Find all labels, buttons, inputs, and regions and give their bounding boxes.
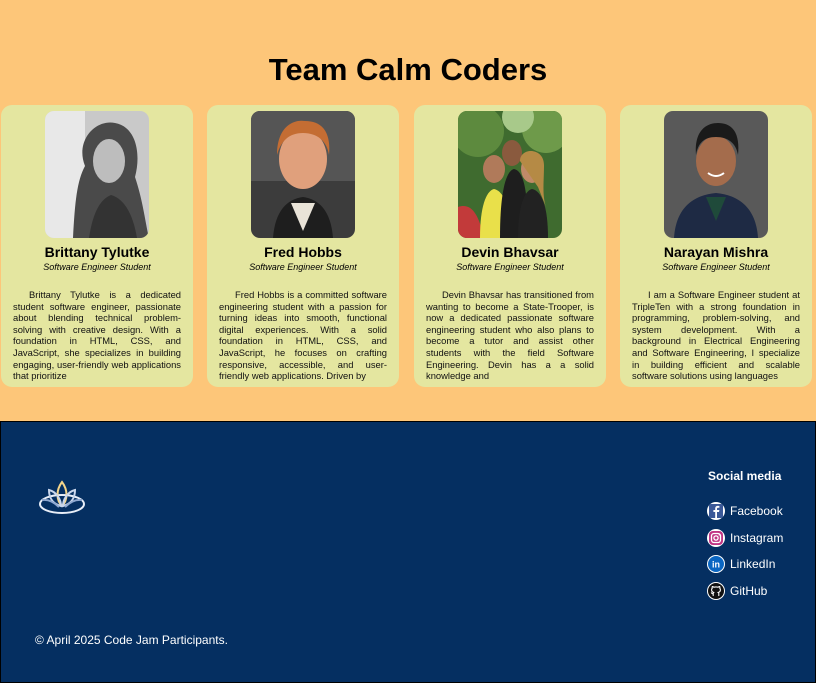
member-card: Narayan Mishra Software Engineer Student… <box>620 105 812 387</box>
member-photo <box>251 111 355 238</box>
social-links: Facebook Instagram in LinkedIn GitHub <box>707 502 783 608</box>
instagram-link[interactable]: Instagram <box>707 528 784 547</box>
team-section: Team Calm Coders Brittany Tylutke Softwa… <box>0 0 816 421</box>
member-photo <box>664 111 768 238</box>
linkedin-link[interactable]: in LinkedIn <box>707 555 783 573</box>
facebook-icon <box>707 502 725 520</box>
lotus-logo-icon[interactable] <box>37 476 87 516</box>
member-role: Software Engineer Student <box>249 262 357 272</box>
member-bio: I am a Software Engineer student at Trip… <box>632 289 800 382</box>
instagram-label: Instagram <box>730 530 784 545</box>
member-name: Fred Hobbs <box>264 244 342 260</box>
member-name: Brittany Tylutke <box>44 244 150 260</box>
member-role: Software Engineer Student <box>456 262 564 272</box>
github-label: GitHub <box>730 583 768 598</box>
member-bio: Fred Hobbs is a committed software engin… <box>219 289 387 382</box>
svg-text:in: in <box>712 559 720 569</box>
copyright-text: © April 2025 Code Jam Participants. <box>35 633 228 647</box>
github-icon <box>707 581 725 600</box>
facebook-link[interactable]: Facebook <box>707 502 783 520</box>
team-cards: Brittany Tylutke Software Engineer Stude… <box>0 105 816 387</box>
github-link[interactable]: GitHub <box>707 581 783 600</box>
member-photo <box>45 111 149 238</box>
member-name: Narayan Mishra <box>663 244 769 260</box>
member-card: Fred Hobbs Software Engineer Student Fre… <box>207 105 399 387</box>
member-role: Software Engineer Student <box>43 262 151 272</box>
member-role: Software Engineer Student <box>662 262 770 272</box>
linkedin-label: LinkedIn <box>730 557 776 571</box>
member-name: Devin Bhavsar <box>461 244 559 260</box>
site-footer: Social media Facebook Instagram in Linke… <box>0 421 816 683</box>
instagram-icon <box>707 528 725 547</box>
facebook-label: Facebook <box>730 504 783 518</box>
page-title: Team Calm Coders <box>268 52 548 87</box>
member-card: Brittany Tylutke Software Engineer Stude… <box>1 105 193 387</box>
member-photo <box>458 111 562 238</box>
social-media-heading: Social media <box>708 469 782 483</box>
linkedin-icon: in <box>707 555 725 573</box>
member-bio: Brittany Tylutke is a dedicated student … <box>13 289 181 382</box>
member-card: Devin Bhavsar Software Engineer Student … <box>414 105 606 387</box>
member-bio: Devin Bhavsar has transitioned from want… <box>426 289 594 382</box>
